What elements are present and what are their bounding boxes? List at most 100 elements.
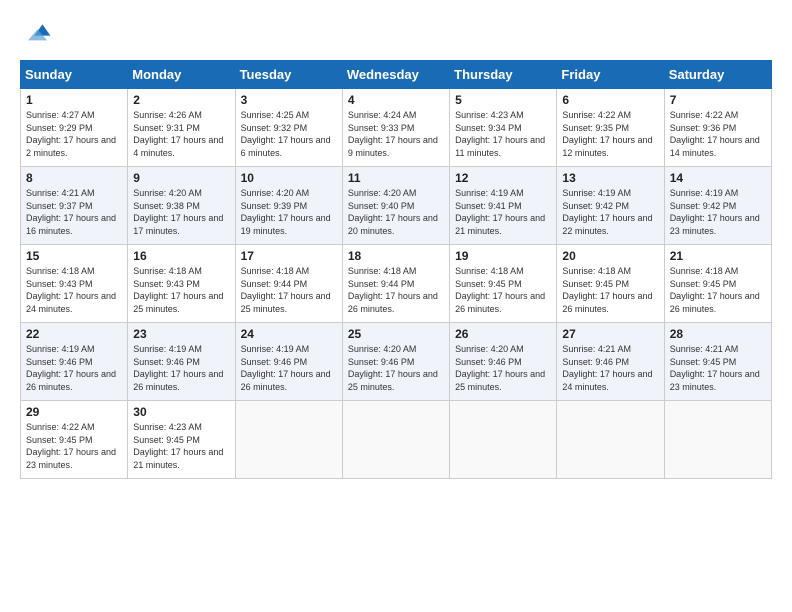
day-number: 2 [133, 93, 229, 107]
calendar-cell [450, 401, 557, 479]
day-info: Sunrise: 4:19 AMSunset: 9:46 PMDaylight:… [133, 344, 223, 392]
day-number: 19 [455, 249, 551, 263]
calendar-cell: 30 Sunrise: 4:23 AMSunset: 9:45 PMDaylig… [128, 401, 235, 479]
logo-icon [20, 18, 52, 50]
calendar-cell: 14 Sunrise: 4:19 AMSunset: 9:42 PMDaylig… [664, 167, 771, 245]
calendar-cell: 7 Sunrise: 4:22 AMSunset: 9:36 PMDayligh… [664, 89, 771, 167]
day-info: Sunrise: 4:18 AMSunset: 9:45 PMDaylight:… [562, 266, 652, 314]
calendar-header-row: SundayMondayTuesdayWednesdayThursdayFrid… [21, 61, 772, 89]
day-info: Sunrise: 4:24 AMSunset: 9:33 PMDaylight:… [348, 110, 438, 158]
calendar-cell: 20 Sunrise: 4:18 AMSunset: 9:45 PMDaylig… [557, 245, 664, 323]
day-number: 22 [26, 327, 122, 341]
day-number: 5 [455, 93, 551, 107]
calendar-cell: 26 Sunrise: 4:20 AMSunset: 9:46 PMDaylig… [450, 323, 557, 401]
day-number: 4 [348, 93, 444, 107]
day-info: Sunrise: 4:19 AMSunset: 9:42 PMDaylight:… [562, 188, 652, 236]
day-info: Sunrise: 4:21 AMSunset: 9:46 PMDaylight:… [562, 344, 652, 392]
day-number: 28 [670, 327, 766, 341]
calendar-cell: 8 Sunrise: 4:21 AMSunset: 9:37 PMDayligh… [21, 167, 128, 245]
day-number: 18 [348, 249, 444, 263]
day-info: Sunrise: 4:21 AMSunset: 9:45 PMDaylight:… [670, 344, 760, 392]
day-info: Sunrise: 4:25 AMSunset: 9:32 PMDaylight:… [241, 110, 331, 158]
day-info: Sunrise: 4:21 AMSunset: 9:37 PMDaylight:… [26, 188, 116, 236]
calendar-header-saturday: Saturday [664, 61, 771, 89]
header [20, 18, 772, 50]
day-number: 16 [133, 249, 229, 263]
day-number: 12 [455, 171, 551, 185]
calendar-cell: 5 Sunrise: 4:23 AMSunset: 9:34 PMDayligh… [450, 89, 557, 167]
calendar-cell: 23 Sunrise: 4:19 AMSunset: 9:46 PMDaylig… [128, 323, 235, 401]
calendar-cell: 22 Sunrise: 4:19 AMSunset: 9:46 PMDaylig… [21, 323, 128, 401]
day-number: 1 [26, 93, 122, 107]
day-number: 29 [26, 405, 122, 419]
calendar-week-5: 29 Sunrise: 4:22 AMSunset: 9:45 PMDaylig… [21, 401, 772, 479]
day-number: 24 [241, 327, 337, 341]
day-info: Sunrise: 4:18 AMSunset: 9:43 PMDaylight:… [133, 266, 223, 314]
day-info: Sunrise: 4:22 AMSunset: 9:35 PMDaylight:… [562, 110, 652, 158]
day-info: Sunrise: 4:27 AMSunset: 9:29 PMDaylight:… [26, 110, 116, 158]
day-info: Sunrise: 4:26 AMSunset: 9:31 PMDaylight:… [133, 110, 223, 158]
day-info: Sunrise: 4:20 AMSunset: 9:40 PMDaylight:… [348, 188, 438, 236]
calendar-cell: 15 Sunrise: 4:18 AMSunset: 9:43 PMDaylig… [21, 245, 128, 323]
calendar-cell: 17 Sunrise: 4:18 AMSunset: 9:44 PMDaylig… [235, 245, 342, 323]
calendar-cell: 18 Sunrise: 4:18 AMSunset: 9:44 PMDaylig… [342, 245, 449, 323]
day-info: Sunrise: 4:18 AMSunset: 9:45 PMDaylight:… [670, 266, 760, 314]
day-number: 6 [562, 93, 658, 107]
day-number: 8 [26, 171, 122, 185]
day-info: Sunrise: 4:19 AMSunset: 9:41 PMDaylight:… [455, 188, 545, 236]
calendar-cell: 10 Sunrise: 4:20 AMSunset: 9:39 PMDaylig… [235, 167, 342, 245]
calendar-cell: 4 Sunrise: 4:24 AMSunset: 9:33 PMDayligh… [342, 89, 449, 167]
day-number: 11 [348, 171, 444, 185]
logo [20, 18, 56, 50]
day-info: Sunrise: 4:19 AMSunset: 9:46 PMDaylight:… [241, 344, 331, 392]
calendar-cell: 1 Sunrise: 4:27 AMSunset: 9:29 PMDayligh… [21, 89, 128, 167]
day-info: Sunrise: 4:23 AMSunset: 9:34 PMDaylight:… [455, 110, 545, 158]
day-info: Sunrise: 4:20 AMSunset: 9:46 PMDaylight:… [348, 344, 438, 392]
day-number: 9 [133, 171, 229, 185]
day-number: 27 [562, 327, 658, 341]
day-number: 10 [241, 171, 337, 185]
day-info: Sunrise: 4:18 AMSunset: 9:44 PMDaylight:… [348, 266, 438, 314]
day-number: 25 [348, 327, 444, 341]
calendar-cell: 29 Sunrise: 4:22 AMSunset: 9:45 PMDaylig… [21, 401, 128, 479]
calendar-cell: 6 Sunrise: 4:22 AMSunset: 9:35 PMDayligh… [557, 89, 664, 167]
day-number: 21 [670, 249, 766, 263]
day-info: Sunrise: 4:18 AMSunset: 9:45 PMDaylight:… [455, 266, 545, 314]
day-number: 15 [26, 249, 122, 263]
day-number: 23 [133, 327, 229, 341]
calendar-cell [664, 401, 771, 479]
calendar-cell: 16 Sunrise: 4:18 AMSunset: 9:43 PMDaylig… [128, 245, 235, 323]
day-info: Sunrise: 4:19 AMSunset: 9:42 PMDaylight:… [670, 188, 760, 236]
day-info: Sunrise: 4:20 AMSunset: 9:38 PMDaylight:… [133, 188, 223, 236]
calendar-header-thursday: Thursday [450, 61, 557, 89]
calendar-cell: 19 Sunrise: 4:18 AMSunset: 9:45 PMDaylig… [450, 245, 557, 323]
calendar-cell: 2 Sunrise: 4:26 AMSunset: 9:31 PMDayligh… [128, 89, 235, 167]
calendar-cell: 24 Sunrise: 4:19 AMSunset: 9:46 PMDaylig… [235, 323, 342, 401]
day-info: Sunrise: 4:20 AMSunset: 9:39 PMDaylight:… [241, 188, 331, 236]
calendar-week-3: 15 Sunrise: 4:18 AMSunset: 9:43 PMDaylig… [21, 245, 772, 323]
day-number: 7 [670, 93, 766, 107]
day-info: Sunrise: 4:22 AMSunset: 9:45 PMDaylight:… [26, 422, 116, 470]
calendar-header-friday: Friday [557, 61, 664, 89]
calendar-cell: 3 Sunrise: 4:25 AMSunset: 9:32 PMDayligh… [235, 89, 342, 167]
calendar-cell [342, 401, 449, 479]
page: SundayMondayTuesdayWednesdayThursdayFrid… [0, 0, 792, 612]
day-number: 30 [133, 405, 229, 419]
day-number: 3 [241, 93, 337, 107]
day-info: Sunrise: 4:18 AMSunset: 9:43 PMDaylight:… [26, 266, 116, 314]
calendar-cell: 25 Sunrise: 4:20 AMSunset: 9:46 PMDaylig… [342, 323, 449, 401]
day-number: 20 [562, 249, 658, 263]
calendar-header-sunday: Sunday [21, 61, 128, 89]
day-number: 14 [670, 171, 766, 185]
day-info: Sunrise: 4:20 AMSunset: 9:46 PMDaylight:… [455, 344, 545, 392]
day-number: 26 [455, 327, 551, 341]
calendar-header-monday: Monday [128, 61, 235, 89]
calendar-cell: 21 Sunrise: 4:18 AMSunset: 9:45 PMDaylig… [664, 245, 771, 323]
calendar-cell: 27 Sunrise: 4:21 AMSunset: 9:46 PMDaylig… [557, 323, 664, 401]
day-number: 17 [241, 249, 337, 263]
calendar-cell: 28 Sunrise: 4:21 AMSunset: 9:45 PMDaylig… [664, 323, 771, 401]
calendar-week-4: 22 Sunrise: 4:19 AMSunset: 9:46 PMDaylig… [21, 323, 772, 401]
day-info: Sunrise: 4:19 AMSunset: 9:46 PMDaylight:… [26, 344, 116, 392]
calendar-header-wednesday: Wednesday [342, 61, 449, 89]
day-info: Sunrise: 4:18 AMSunset: 9:44 PMDaylight:… [241, 266, 331, 314]
